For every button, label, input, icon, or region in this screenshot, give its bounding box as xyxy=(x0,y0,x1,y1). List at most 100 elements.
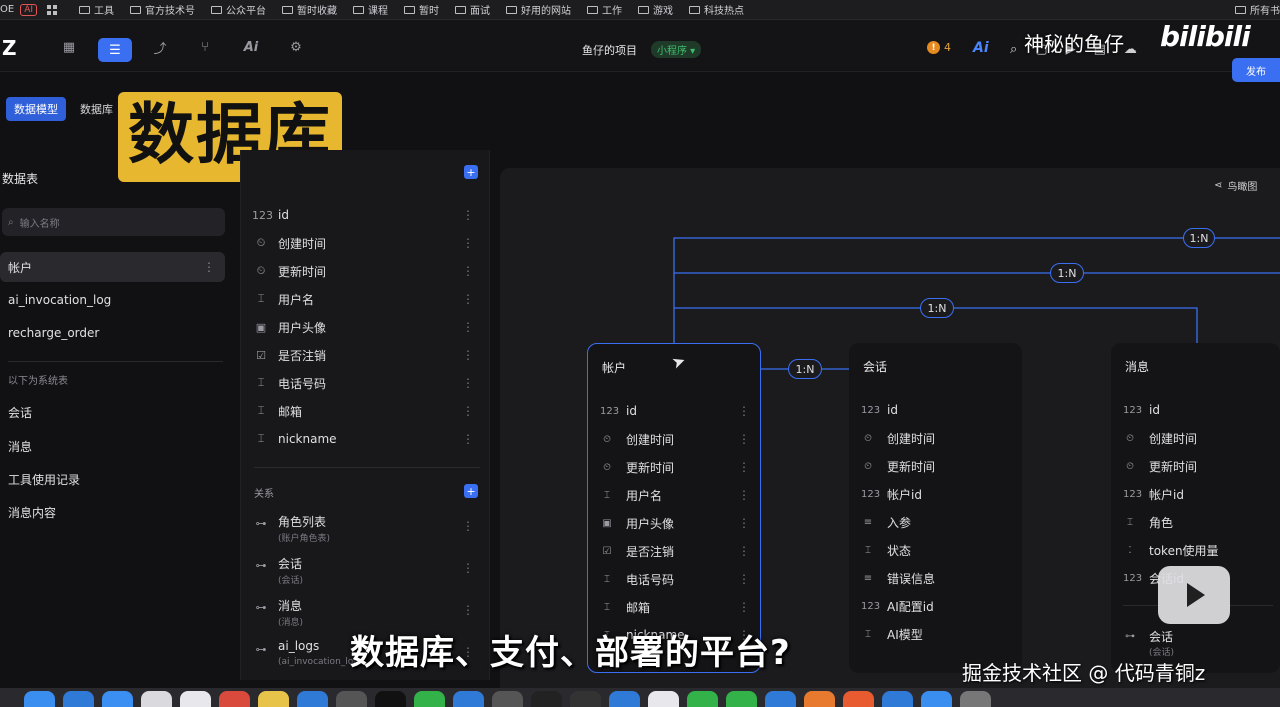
dock-app-icon[interactable] xyxy=(258,691,289,707)
table-card-field[interactable]: 123 帐户id xyxy=(861,483,1011,505)
table-card-title: 消息 xyxy=(1125,360,1150,374)
table-card-field[interactable]: ⌶ AI模型 xyxy=(861,623,1011,645)
table-card-relation[interactable]: ⊶ 会话 xyxy=(1123,625,1273,647)
more-icon[interactable]: ⋮ xyxy=(738,572,750,586)
dock-app-icon[interactable] xyxy=(63,691,94,707)
table-card-title: 会话 xyxy=(863,360,888,374)
table-card-field[interactable]: ≡ 错误信息 xyxy=(861,567,1011,589)
field-name: token使用量 xyxy=(1149,543,1219,558)
field-name: 角色 xyxy=(1149,515,1174,530)
more-icon[interactable]: ⋮ xyxy=(738,460,750,474)
relation-name: 会话 xyxy=(1149,629,1174,644)
field-type-icon: 123 xyxy=(861,404,881,416)
more-icon[interactable]: ⋮ xyxy=(738,544,750,558)
table-card-field[interactable]: ⏲ 更新时间 xyxy=(861,455,1011,477)
field-name: 错误信息 xyxy=(887,571,936,586)
dock-app-icon[interactable] xyxy=(453,691,484,707)
more-icon[interactable]: ⋮ xyxy=(738,516,750,530)
table-card-field[interactable]: ⏲ 创建时间 ⋮ xyxy=(600,428,750,450)
field-type-icon: 123 xyxy=(600,405,620,417)
field-name: 创建时间 xyxy=(887,431,936,446)
field-name: AI配置id xyxy=(887,599,934,614)
table-card-field[interactable]: ⌶ 用户名 ⋮ xyxy=(600,484,750,506)
table-card-title: 帐户 xyxy=(602,361,627,375)
field-name: 用户头像 xyxy=(626,516,675,531)
dock-app-icon[interactable] xyxy=(804,691,835,707)
relation-badge[interactable]: 1:N xyxy=(920,298,954,318)
field-type-icon: 123 xyxy=(1123,572,1143,584)
table-card-field[interactable]: ▣ 用户头像 ⋮ xyxy=(600,512,750,534)
macos-dock xyxy=(0,688,1280,707)
field-name: 入参 xyxy=(887,515,912,530)
field-type-icon: 123 xyxy=(861,488,881,500)
table-card-field[interactable]: ⁚ token使用量 xyxy=(1123,539,1273,561)
table-card-field[interactable]: 123 id xyxy=(1123,399,1273,421)
dock-app-icon[interactable] xyxy=(414,691,445,707)
table-card-field[interactable]: 123 帐户id xyxy=(1123,483,1273,505)
table-card-field[interactable]: 123 AI配置id xyxy=(861,595,1011,617)
more-icon[interactable]: ⋮ xyxy=(738,432,750,446)
field-type-icon: ⌶ xyxy=(865,628,871,640)
dock-app-icon[interactable] xyxy=(843,691,874,707)
dock-app-icon[interactable] xyxy=(219,691,250,707)
field-type-icon: ⏲ xyxy=(1126,460,1134,472)
field-type-icon: ⌶ xyxy=(604,601,610,613)
relation-badge[interactable]: 1:N xyxy=(1050,263,1084,283)
table-card-field[interactable]: 123 id xyxy=(861,399,1011,421)
field-type-icon: ⁚ xyxy=(1128,544,1132,556)
dock-app-icon[interactable] xyxy=(609,691,640,707)
play-icon[interactable] xyxy=(1158,566,1230,624)
table-card-field[interactable]: ⌶ 状态 xyxy=(861,539,1011,561)
dock-app-icon[interactable] xyxy=(531,691,562,707)
field-name: 帐户id xyxy=(1149,487,1184,502)
dock-app-icon[interactable] xyxy=(102,691,133,707)
field-type-icon: ▣ xyxy=(602,517,612,529)
dock-app-icon[interactable] xyxy=(960,691,991,707)
table-card-field[interactable]: ≡ 入参 xyxy=(861,511,1011,533)
dock-app-icon[interactable] xyxy=(24,691,55,707)
field-type-icon: ⏲ xyxy=(603,433,611,445)
table-card-field[interactable]: ⌶ 邮箱 ⋮ xyxy=(600,596,750,618)
dock-app-icon[interactable] xyxy=(180,691,211,707)
more-icon[interactable]: ⋮ xyxy=(738,404,750,418)
more-icon[interactable]: ⋮ xyxy=(738,600,750,614)
table-card-field[interactable]: ⌶ 电话号码 ⋮ xyxy=(600,568,750,590)
relation-badge[interactable]: 1:N xyxy=(788,359,822,379)
field-name: 创建时间 xyxy=(626,432,675,447)
field-type-icon: ≡ xyxy=(863,516,873,528)
table-card-field[interactable]: ⏲ 更新时间 xyxy=(1123,455,1273,477)
field-type-icon: ⏲ xyxy=(1126,432,1134,444)
table-card-field[interactable]: ⏲ 更新时间 ⋮ xyxy=(600,456,750,478)
field-name: 状态 xyxy=(887,543,912,558)
dock-app-icon[interactable] xyxy=(336,691,367,707)
field-type-icon: 123 xyxy=(1123,488,1143,500)
table-card-field[interactable]: ☑ 是否注销 ⋮ xyxy=(600,540,750,562)
dock-app-icon[interactable] xyxy=(297,691,328,707)
table-card-field[interactable]: ⏲ 创建时间 xyxy=(1123,427,1273,449)
field-name: 更新时间 xyxy=(626,460,675,475)
field-type-icon: ⌶ xyxy=(604,489,610,501)
table-card-field[interactable]: 123 id ⋮ xyxy=(600,400,750,422)
field-type-icon: ☑ xyxy=(602,545,612,557)
table-card-field[interactable]: ⌶ 角色 xyxy=(1123,511,1273,533)
dock-app-icon[interactable] xyxy=(687,691,718,707)
table-card[interactable]: 会话 123 id ⏲ 创建时间 ⏲ 更新时间 123 帐户id ≡ 入参 ⌶ 状态 ≡ 错误信息 123 AI… xyxy=(849,343,1022,673)
dock-app-icon[interactable] xyxy=(648,691,679,707)
dock-app-icon[interactable] xyxy=(921,691,952,707)
dock-app-icon[interactable] xyxy=(726,691,757,707)
field-type-icon: ⌶ xyxy=(604,573,610,585)
dock-app-icon[interactable] xyxy=(765,691,796,707)
relation-badge[interactable]: 1:N xyxy=(1183,228,1215,248)
field-type-icon: ⌶ xyxy=(1127,516,1133,528)
more-icon[interactable]: ⋮ xyxy=(738,488,750,502)
video-subtitle: 数据库、支付、部署的平台? xyxy=(350,633,791,673)
dock-app-icon[interactable] xyxy=(375,691,406,707)
dock-app-icon[interactable] xyxy=(570,691,601,707)
field-type-icon: ⌶ xyxy=(865,544,871,556)
relation-icon: ⊶ xyxy=(1125,630,1135,642)
dock-app-icon[interactable] xyxy=(492,691,523,707)
dock-app-icon[interactable] xyxy=(882,691,913,707)
table-card-field[interactable]: ⏲ 创建时间 xyxy=(861,427,1011,449)
table-card[interactable]: 帐户 123 id ⋮ ⏲ 创建时间 ⋮ ⏲ 更新时间 ⋮ ⌶ 用户名 ⋮ ▣ 用户头像 ⋮ ☑ 是否注销 ⋮ ⌶ 电话… xyxy=(587,343,761,673)
dock-app-icon[interactable] xyxy=(141,691,172,707)
